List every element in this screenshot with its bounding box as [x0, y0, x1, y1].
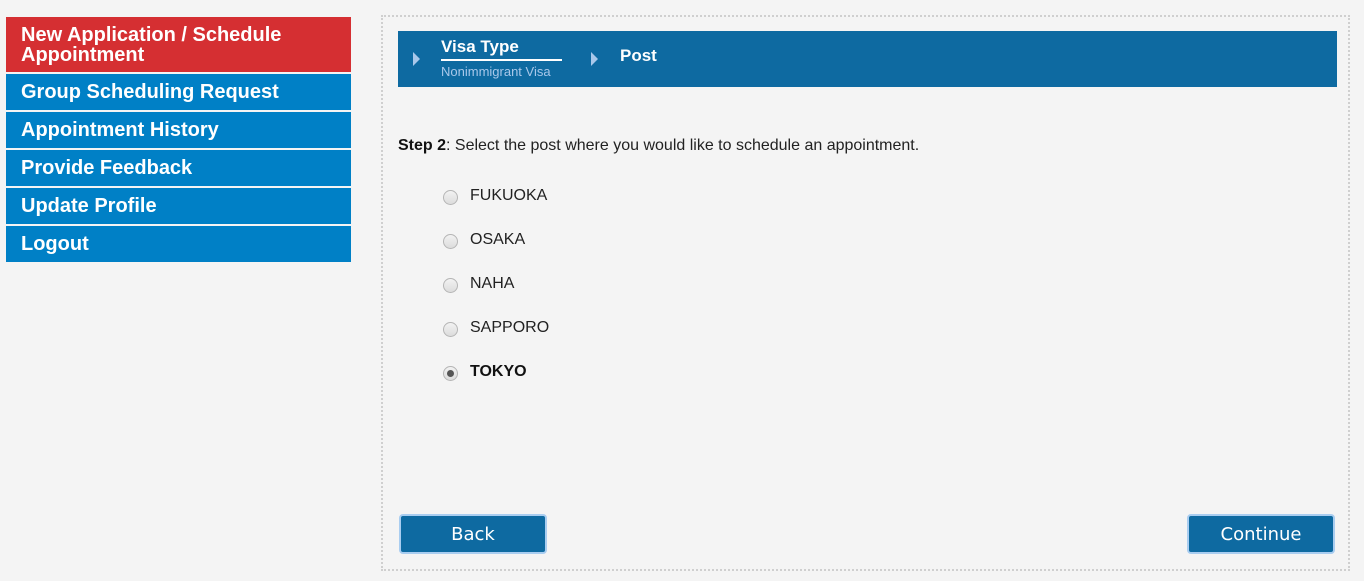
post-option-label: NAHA: [470, 275, 515, 292]
sidebar-item-logout[interactable]: Logout: [6, 226, 351, 262]
post-radio-group: FUKUOKA OSAKA NAHA SAPPORO TOKYO: [443, 187, 549, 407]
post-option-label: TOKYO: [470, 363, 527, 380]
post-option-label: OSAKA: [470, 231, 526, 248]
post-option-label: FUKUOKA: [470, 187, 548, 204]
sidebar-item-appointment-history[interactable]: Appointment History: [6, 112, 351, 148]
sidebar-item-provide-feedback[interactable]: Provide Feedback: [6, 150, 351, 186]
radio-button[interactable]: [443, 322, 458, 337]
radio-button[interactable]: [443, 190, 458, 205]
sidebar-item-new-application[interactable]: New Application / Schedule Appointment: [6, 17, 351, 72]
sidebar-nav: New Application / Schedule Appointment G…: [6, 17, 351, 264]
post-option-osaka[interactable]: OSAKA: [443, 231, 549, 275]
breadcrumb-step-post: Post: [620, 46, 657, 65]
triangle-right-icon: [413, 52, 420, 66]
continue-button[interactable]: Continue: [1187, 514, 1335, 554]
post-option-naha[interactable]: NAHA: [443, 275, 549, 319]
back-button[interactable]: Back: [399, 514, 547, 554]
radio-button[interactable]: [443, 234, 458, 249]
breadcrumb-step-subtitle: Nonimmigrant Visa: [441, 64, 551, 79]
post-option-label: SAPPORO: [470, 319, 550, 336]
step-instructions: Step 2: Select the post where you would …: [398, 137, 919, 155]
breadcrumb: Visa Type Nonimmigrant Visa Post: [398, 31, 1337, 87]
post-option-fukuoka[interactable]: FUKUOKA: [443, 187, 549, 231]
sidebar-item-group-scheduling[interactable]: Group Scheduling Request: [6, 74, 351, 110]
post-option-tokyo[interactable]: TOKYO: [443, 363, 549, 407]
post-option-sapporo[interactable]: SAPPORO: [443, 319, 549, 363]
main-panel: Visa Type Nonimmigrant Visa Post Step 2:…: [381, 15, 1350, 571]
breadcrumb-step-title: Visa Type: [441, 37, 562, 61]
radio-button-checked[interactable]: [443, 366, 458, 381]
sidebar-item-update-profile[interactable]: Update Profile: [6, 188, 351, 224]
step-text: : Select the post where you would like t…: [446, 137, 920, 154]
radio-button[interactable]: [443, 278, 458, 293]
triangle-right-icon: [591, 52, 598, 66]
step-label: Step 2: [398, 137, 447, 154]
breadcrumb-step-visa-type: Visa Type Nonimmigrant Visa: [441, 37, 562, 79]
